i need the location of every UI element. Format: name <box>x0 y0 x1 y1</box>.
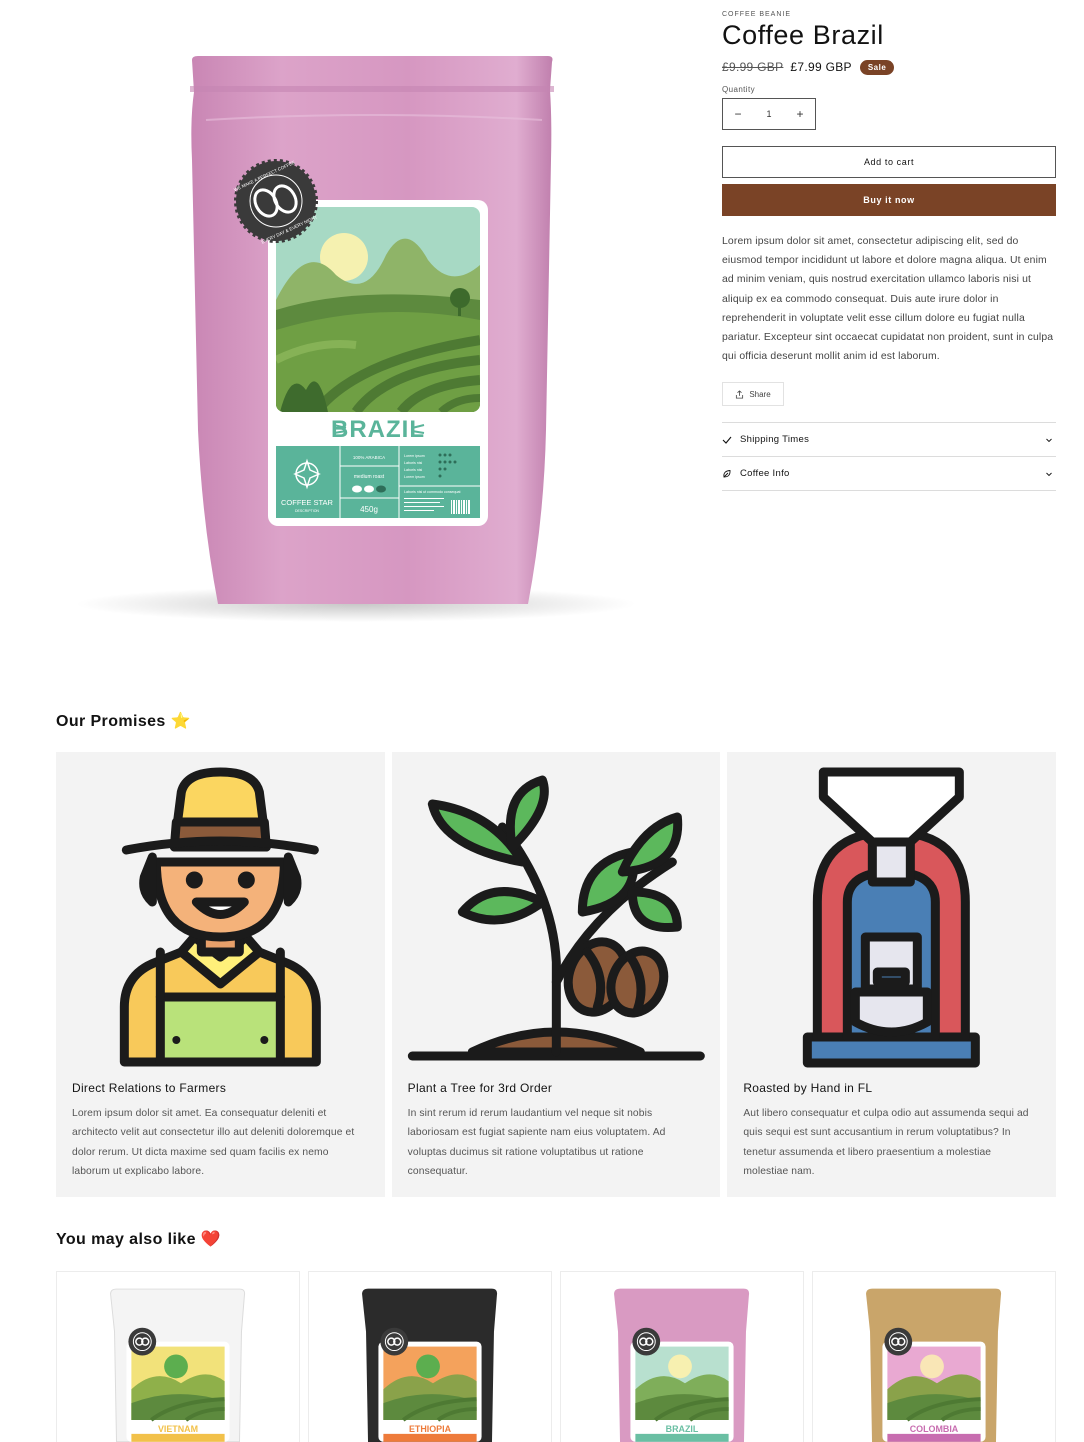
related-heading: You may also like ❤️ <box>56 1231 222 1248</box>
add-to-cart-button[interactable]: Add to cart <box>722 146 1056 179</box>
farmer-icon <box>56 752 385 1072</box>
sale-badge: Sale <box>859 59 895 75</box>
product-thumbnail: ETHIOPIA <box>362 1288 498 1442</box>
share-button[interactable]: Share <box>722 382 784 407</box>
package-attr-2: Laboris nisi <box>404 461 422 465</box>
product-thumbnail: BRAZIL <box>614 1288 750 1442</box>
package-attr-3: Laboris nisi <box>404 468 422 472</box>
coffee-roaster-icon <box>727 752 1056 1072</box>
related-product-label: BRAZIL <box>666 1424 699 1434</box>
chevron-down-icon <box>1046 438 1052 443</box>
product-thumbnail: VIETNAM <box>110 1288 246 1442</box>
promises-grid: Direct Relations to Farmers Lorem ipsum … <box>56 752 1057 1197</box>
related-product-card[interactable]: BRAZIL <box>560 1271 804 1442</box>
promise-text: In sint rerum id rerum laudantium vel ne… <box>407 1108 666 1177</box>
regular-price: £9.99 GBP <box>722 60 784 75</box>
promise-card: Roasted by Hand in FL Aut libero consequ… <box>727 752 1057 1197</box>
related-product-label: VIETNAM <box>158 1424 198 1434</box>
promise-card: Direct Relations to Farmers Lorem ipsum … <box>56 752 385 1197</box>
share-icon <box>736 390 744 399</box>
coffee-plant-icon <box>392 752 721 1072</box>
product-image[interactable]: BRAZIL COFFEE STAR DESCRIPTION 100% ARAB… <box>56 0 692 640</box>
quantity-increase-button[interactable]: + <box>785 107 815 121</box>
related-product-label: COLOMBIA <box>910 1424 959 1434</box>
related-product-card[interactable]: VIETNAM <box>56 1271 300 1442</box>
related-product-card[interactable]: ETHIOPIA <box>308 1271 552 1442</box>
product-info: COFFEE BEANIE Coffee Brazil £9.99 GBP £7… <box>722 0 1056 492</box>
quantity-stepper: − 1 + <box>722 98 816 131</box>
buy-now-button[interactable]: Buy it now <box>722 184 1056 217</box>
package-weight: 450g <box>360 505 378 514</box>
package-brand: COFFEE STAR <box>281 498 334 507</box>
accordion-label: Coffee Info <box>740 468 790 480</box>
product-vendor: COFFEE BEANIE <box>722 11 792 18</box>
quantity-decrease-button[interactable]: − <box>723 107 753 121</box>
promise-title: Roasted by Hand in FL <box>743 1081 873 1095</box>
package-roast: medium roast <box>354 474 385 480</box>
package-attr-note: Laboris nisi ut commodo consequat <box>404 490 461 494</box>
package-origin-text: BRAZIL <box>331 416 425 443</box>
package-attr-1: Lorem ipsum <box>404 454 425 458</box>
product-accordion: Shipping Times Coffee Info <box>722 422 1056 492</box>
accordion-coffee-info[interactable]: Coffee Info <box>722 457 1056 492</box>
accordion-shipping-times[interactable]: Shipping Times <box>722 423 1056 458</box>
promise-text: Aut libero consequatur et culpa odio aut… <box>743 1108 1029 1177</box>
chevron-down-icon <box>1046 472 1052 477</box>
promise-card: Plant a Tree for 3rd Order In sint rerum… <box>391 752 721 1197</box>
package-arabica: 100% ARABICA <box>353 455 385 460</box>
accordion-label: Shipping Times <box>740 434 810 446</box>
related-product-label: ETHIOPIA <box>409 1424 452 1434</box>
promise-text: Lorem ipsum dolor sit amet. Ea consequat… <box>72 1108 355 1177</box>
product-description: Lorem ipsum dolor sit amet, consectetur … <box>722 236 1054 363</box>
product-thumbnail: COLOMBIA <box>866 1288 1002 1442</box>
quantity-input[interactable]: 1 <box>754 109 784 119</box>
sale-price: £7.99 GBP <box>790 60 852 75</box>
price-row: £9.99 GBP £7.99 GBP Sale <box>722 57 1056 77</box>
quantity-label: Quantity <box>722 85 755 95</box>
check-icon <box>722 436 732 444</box>
promise-title: Direct Relations to Farmers <box>72 1081 227 1095</box>
product-title: Coffee Brazil <box>722 20 884 50</box>
leaf-icon <box>723 469 731 478</box>
promise-title: Plant a Tree for 3rd Order <box>407 1081 553 1095</box>
related-product-card[interactable]: COLOMBIA <box>812 1271 1056 1442</box>
related-products: VIETNAM ETHIOPIA BRAZIL COLOMBIA <box>56 1271 1056 1442</box>
package-attr-4: Lorem ipsum <box>404 475 425 479</box>
promises-heading: Our Promises ⭐ <box>56 713 191 730</box>
package-brand-sub: DESCRIPTION <box>295 509 319 513</box>
share-label: Share <box>749 389 771 399</box>
